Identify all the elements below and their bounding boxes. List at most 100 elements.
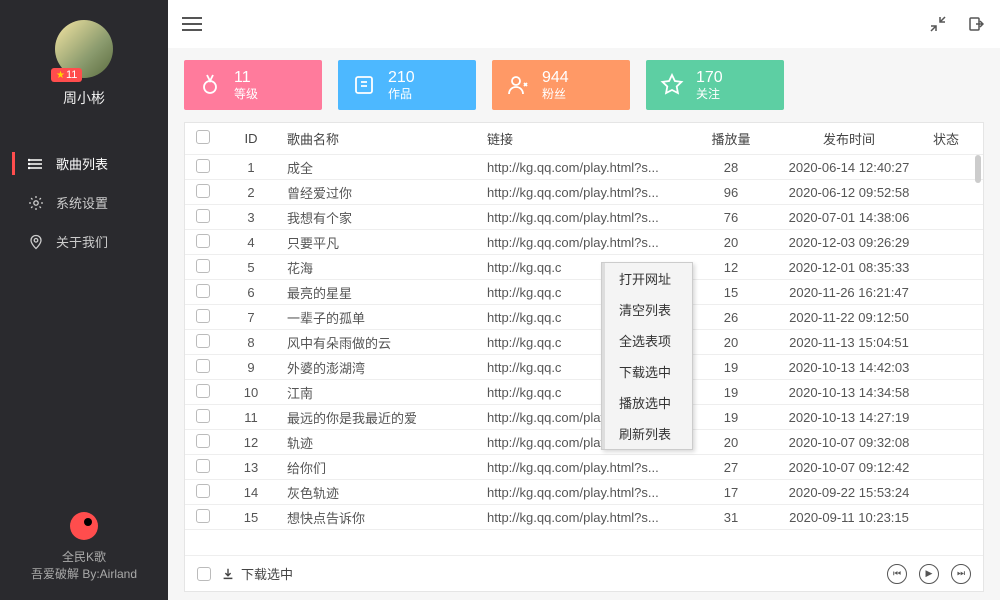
location-icon (28, 234, 44, 250)
cell-id: 12 (221, 435, 281, 450)
download-icon (221, 567, 235, 581)
context-menu-item[interactable]: 播放选中 (602, 387, 692, 418)
context-menu-item[interactable]: 下载选中 (602, 356, 692, 387)
table-row[interactable]: 15想快点告诉你http://kg.qq.com/play.html?s...3… (185, 505, 983, 530)
table-row[interactable]: 14灰色轨迹http://kg.qq.com/play.html?s...172… (185, 480, 983, 505)
cell-id: 15 (221, 510, 281, 525)
sidebar-item-songlist[interactable]: 歌曲列表 (0, 144, 168, 183)
checkbox-all[interactable] (196, 130, 210, 144)
row-checkbox[interactable] (196, 334, 210, 348)
context-menu-item[interactable]: 清空列表 (602, 294, 692, 325)
col-id[interactable]: ID (221, 131, 281, 146)
next-button[interactable]: ⏭ (951, 564, 971, 584)
stat-card-works[interactable]: 210作品 (338, 60, 476, 110)
cell-name: 轨迹 (281, 433, 481, 452)
song-table: ID 歌曲名称 链接 播放量 发布时间 状态 1成全http://kg.qq.c… (184, 122, 984, 592)
cell-name: 想快点告诉你 (281, 508, 481, 527)
table-row[interactable]: 1成全http://kg.qq.com/play.html?s...282020… (185, 155, 983, 180)
cell-name: 最亮的星星 (281, 283, 481, 302)
table-row[interactable]: 6最亮的星星http://kg.qq.c152020-11-26 16:21:4… (185, 280, 983, 305)
table-row[interactable]: 13给你们http://kg.qq.com/play.html?s...2720… (185, 455, 983, 480)
row-checkbox[interactable] (196, 234, 210, 248)
row-checkbox[interactable] (196, 159, 210, 173)
cell-id: 3 (221, 210, 281, 225)
col-link[interactable]: 链接 (481, 129, 691, 148)
cell-play: 17 (691, 485, 771, 500)
cell-name: 我想有个家 (281, 208, 481, 227)
cell-date: 2020-07-01 14:38:06 (771, 210, 927, 225)
sidebar: 11 周小彬 歌曲列表 系统设置 关于我们 全民K歌 吾爱破解 By:Airla… (0, 0, 168, 600)
cell-id: 4 (221, 235, 281, 250)
row-checkbox[interactable] (196, 184, 210, 198)
cell-name: 风中有朵雨做的云 (281, 333, 481, 352)
cell-date: 2020-10-13 14:34:58 (771, 385, 927, 400)
row-checkbox[interactable] (196, 284, 210, 298)
context-menu-item[interactable]: 打开网址 (602, 263, 692, 294)
stat-card-following[interactable]: 170关注 (646, 60, 784, 110)
row-checkbox[interactable] (196, 384, 210, 398)
row-checkbox[interactable] (196, 509, 210, 523)
list-icon (28, 156, 44, 172)
user-icon (504, 71, 532, 99)
col-status[interactable]: 状态 (927, 129, 983, 148)
play-button[interactable]: ▶ (919, 564, 939, 584)
row-checkbox[interactable] (196, 209, 210, 223)
table-footer: 下载选中 ⏮ ▶ ⏭ (185, 555, 983, 591)
avatar-level-badge: 11 (51, 68, 82, 82)
context-menu-item[interactable]: 全选表项 (602, 325, 692, 356)
topbar (168, 0, 1000, 48)
row-checkbox[interactable] (196, 484, 210, 498)
cell-id: 14 (221, 485, 281, 500)
table-row[interactable]: 3我想有个家http://kg.qq.com/play.html?s...762… (185, 205, 983, 230)
hamburger-icon[interactable] (182, 17, 202, 31)
table-body: 1成全http://kg.qq.com/play.html?s...282020… (185, 155, 983, 555)
cell-play: 19 (691, 360, 771, 375)
sidebar-item-label: 歌曲列表 (56, 154, 108, 173)
col-name[interactable]: 歌曲名称 (281, 129, 481, 148)
col-date[interactable]: 发布时间 (771, 129, 927, 148)
cell-name: 只要平凡 (281, 233, 481, 252)
avatar[interactable]: 11 (55, 20, 113, 78)
cell-play: 20 (691, 335, 771, 350)
row-checkbox[interactable] (196, 459, 210, 473)
logout-icon[interactable] (966, 14, 986, 34)
stat-card-fans[interactable]: 944粉丝 (492, 60, 630, 110)
cell-id: 1 (221, 160, 281, 175)
cell-link: http://kg.qq.com/play.html?s... (481, 485, 691, 500)
footer-line1: 全民K歌 (0, 548, 168, 565)
col-play[interactable]: 播放量 (691, 129, 771, 148)
cell-date: 2020-10-13 14:27:19 (771, 410, 927, 425)
row-checkbox[interactable] (196, 259, 210, 273)
table-row[interactable]: 5花海http://kg.qq.c122020-12-01 08:35:33 (185, 255, 983, 280)
row-checkbox[interactable] (196, 409, 210, 423)
table-row[interactable]: 12轨迹http://kg.qq.com/play.html?s...20202… (185, 430, 983, 455)
table-row[interactable]: 8风中有朵雨做的云http://kg.qq.c202020-11-13 15:0… (185, 330, 983, 355)
row-checkbox[interactable] (196, 309, 210, 323)
table-row[interactable]: 4只要平凡http://kg.qq.com/play.html?s...2020… (185, 230, 983, 255)
table-row[interactable]: 11最远的你是我最近的爱http://kg.qq.com/play.html?s… (185, 405, 983, 430)
scrollbar[interactable] (975, 155, 981, 183)
cell-play: 19 (691, 385, 771, 400)
minimize-icon[interactable] (928, 14, 948, 34)
cell-date: 2020-06-14 12:40:27 (771, 160, 927, 175)
cell-id: 11 (221, 410, 281, 425)
cell-id: 2 (221, 185, 281, 200)
sidebar-item-settings[interactable]: 系统设置 (0, 183, 168, 222)
row-checkbox[interactable] (196, 434, 210, 448)
table-row[interactable]: 7一辈子的孤单http://kg.qq.c262020-11-22 09:12:… (185, 305, 983, 330)
footer-checkbox[interactable] (197, 567, 211, 581)
row-checkbox[interactable] (196, 359, 210, 373)
star-icon (658, 71, 686, 99)
prev-button[interactable]: ⏮ (887, 564, 907, 584)
context-menu-item[interactable]: 刷新列表 (602, 418, 692, 449)
table-row[interactable]: 2曾经爱过你http://kg.qq.com/play.html?s...962… (185, 180, 983, 205)
cell-date: 2020-12-01 08:35:33 (771, 260, 927, 275)
sidebar-item-about[interactable]: 关于我们 (0, 222, 168, 261)
stat-card-level[interactable]: 11等级 (184, 60, 322, 110)
download-selected-button[interactable]: 下载选中 (221, 564, 293, 583)
table-row[interactable]: 10江南http://kg.qq.c192020-10-13 14:34:58 (185, 380, 983, 405)
cell-name: 一辈子的孤单 (281, 308, 481, 327)
cell-date: 2020-10-13 14:42:03 (771, 360, 927, 375)
cell-link: http://kg.qq.com/play.html?s... (481, 210, 691, 225)
table-row[interactable]: 9外婆的澎湖湾http://kg.qq.c192020-10-13 14:42:… (185, 355, 983, 380)
